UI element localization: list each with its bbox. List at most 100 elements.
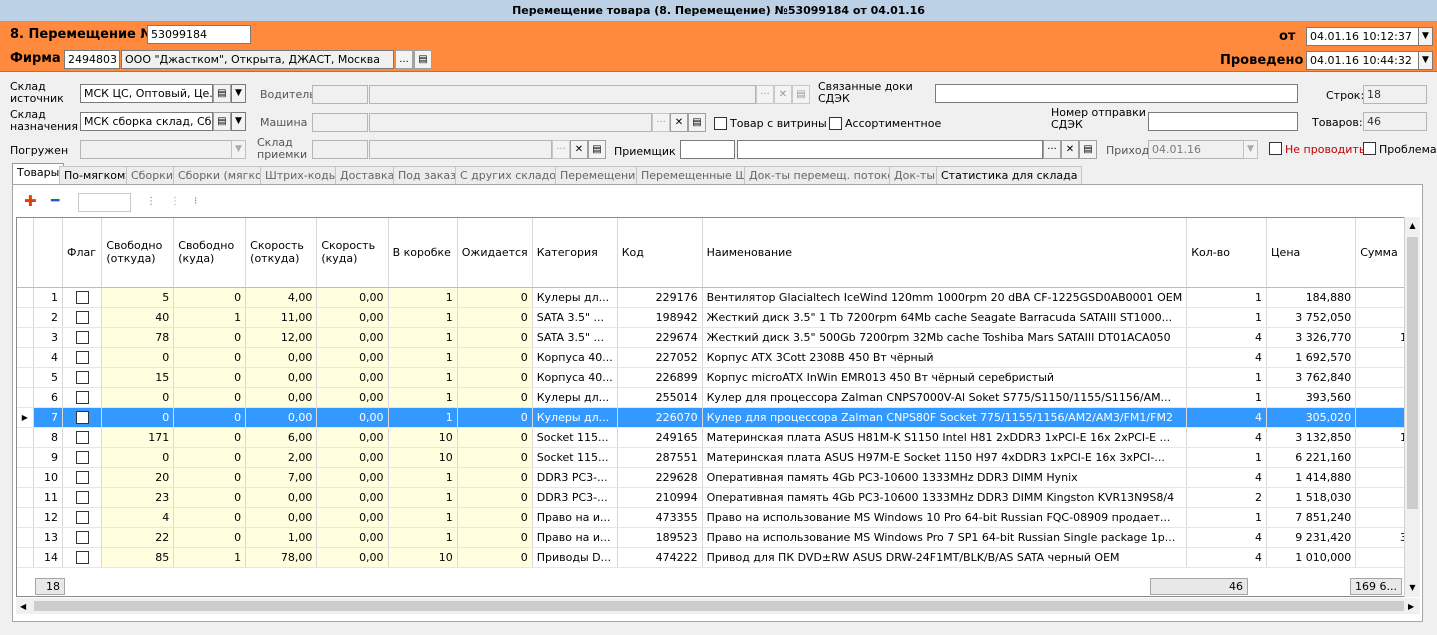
tab-7[interactable]: С других складов: [455, 166, 568, 184]
tab-4[interactable]: Штрих-коды: [260, 166, 343, 184]
free-to-cell[interactable]: 0: [173, 447, 247, 468]
speed-to-cell[interactable]: 0,00: [316, 547, 389, 568]
speed-from-cell[interactable]: 0,00: [245, 387, 318, 408]
box-cell[interactable]: 1: [388, 407, 458, 428]
code-cell[interactable]: 227052: [617, 347, 703, 368]
waiting-cell[interactable]: 0: [457, 447, 533, 468]
row-number[interactable]: 10: [33, 467, 63, 488]
flag-checkbox[interactable]: [62, 427, 103, 448]
box-cell[interactable]: 1: [388, 347, 458, 368]
car-open-icon[interactable]: ▤: [688, 113, 706, 132]
price-cell[interactable]: 3 752,050: [1266, 307, 1357, 328]
receiver-select-button[interactable]: ···: [1043, 140, 1061, 159]
column-header[interactable]: [33, 218, 63, 288]
flag-checkbox-box[interactable]: [75, 410, 89, 424]
speed-to-cell[interactable]: 0,00: [316, 487, 389, 508]
name-cell[interactable]: Вентилятор Glacialtech IceWind 120mm 100…: [702, 287, 1188, 308]
code-cell[interactable]: 229628: [617, 467, 703, 488]
speed-from-cell[interactable]: 6,00: [245, 427, 318, 448]
column-header[interactable]: Категория: [532, 218, 618, 288]
code-cell[interactable]: 229674: [617, 327, 703, 348]
waiting-cell[interactable]: 0: [457, 427, 533, 448]
flag-checkbox[interactable]: [62, 387, 103, 408]
speed-to-cell[interactable]: 0,00: [316, 407, 389, 428]
category-cell[interactable]: Кулеры дл...: [532, 407, 618, 428]
row-number[interactable]: 2: [33, 307, 63, 328]
speed-from-cell[interactable]: 11,00: [245, 307, 318, 328]
tree-level-icon[interactable]: ⁝: [194, 195, 197, 209]
speed-to-cell[interactable]: 0,00: [316, 347, 389, 368]
category-cell[interactable]: Корпуса 40...: [532, 367, 618, 388]
row-number[interactable]: 1: [33, 287, 63, 308]
flag-checkbox-box[interactable]: [75, 330, 89, 344]
speed-to-cell[interactable]: 0,00: [316, 507, 389, 528]
waiting-cell[interactable]: 0: [457, 307, 533, 328]
free-from-cell[interactable]: 0: [101, 407, 175, 428]
no-post-checkbox[interactable]: [1269, 142, 1282, 155]
price-cell[interactable]: 3 326,770: [1266, 327, 1357, 348]
flag-checkbox-box[interactable]: [75, 390, 89, 404]
free-to-cell[interactable]: 1: [173, 547, 247, 568]
waiting-cell[interactable]: 0: [457, 547, 533, 568]
speed-to-cell[interactable]: 0,00: [316, 527, 389, 548]
price-cell[interactable]: 393,560: [1266, 387, 1357, 408]
speed-from-cell[interactable]: 0,00: [245, 367, 318, 388]
qty-cell[interactable]: 1: [1186, 287, 1268, 308]
driver-select-button[interactable]: ···: [756, 85, 774, 104]
car-select-button[interactable]: ···: [652, 113, 670, 132]
row-number[interactable]: 4: [33, 347, 63, 368]
name-cell[interactable]: Привод для ПК DVD±RW ASUS DRW-24F1MT/BLK…: [702, 547, 1188, 568]
speed-from-cell[interactable]: 0,00: [245, 347, 318, 368]
driver-name-field[interactable]: [369, 85, 756, 104]
qty-cell[interactable]: 4: [1186, 347, 1268, 368]
flag-checkbox[interactable]: [62, 487, 103, 508]
linked-docs-field[interactable]: [935, 84, 1298, 103]
free-to-cell[interactable]: 0: [173, 427, 247, 448]
loaded-field[interactable]: [80, 140, 232, 159]
column-header[interactable]: Скорость (откуда): [245, 218, 318, 288]
free-from-cell[interactable]: 5: [101, 287, 175, 308]
add-icon[interactable]: ✚: [24, 194, 37, 209]
scroll-down-icon[interactable]: ▼: [1406, 583, 1419, 592]
free-from-cell[interactable]: 85: [101, 547, 175, 568]
category-cell[interactable]: DDR3 PC3-...: [532, 487, 618, 508]
recv-store-code-field[interactable]: [312, 140, 368, 159]
driver-code-field[interactable]: [312, 85, 368, 104]
free-from-cell[interactable]: 22: [101, 527, 175, 548]
column-header[interactable]: Код: [617, 218, 703, 288]
toolbar-search-input[interactable]: [78, 193, 131, 212]
table-row[interactable]: 3 78 0 12,00 0,00 1 0 SATA 3.5" ... 229674 Жестки…: [17, 327, 1419, 348]
waiting-cell[interactable]: 0: [457, 387, 533, 408]
column-header[interactable]: Свободно (куда): [173, 218, 247, 288]
box-cell[interactable]: 1: [388, 487, 458, 508]
code-cell[interactable]: 255014: [617, 387, 703, 408]
qty-cell[interactable]: 1: [1186, 307, 1268, 328]
row-number[interactable]: 13: [33, 527, 63, 548]
box-cell[interactable]: 10: [388, 427, 458, 448]
table-row[interactable]: 2 40 1 11,00 0,00 1 0 SATA 3.5" ... 198942 Жестки…: [17, 307, 1419, 328]
flag-checkbox[interactable]: [62, 407, 103, 428]
driver-open-icon[interactable]: ▤: [792, 85, 810, 104]
qty-cell[interactable]: 1: [1186, 367, 1268, 388]
waiting-cell[interactable]: 0: [457, 467, 533, 488]
box-cell[interactable]: 1: [388, 367, 458, 388]
table-row[interactable]: 10 20 0 7,00 0,00 1 0 DDR3 PC3-... 229628 Операти…: [17, 467, 1419, 488]
speed-from-cell[interactable]: 78,00: [245, 547, 318, 568]
table-row[interactable]: 9 0 0 2,00 0,00 10 0 Socket 115... 287551 Материн…: [17, 447, 1419, 468]
flag-checkbox-box[interactable]: [75, 370, 89, 384]
remove-icon[interactable]: ━: [51, 194, 59, 209]
qty-cell[interactable]: 4: [1186, 407, 1268, 428]
speed-to-cell[interactable]: 0,00: [316, 387, 389, 408]
receiver-code-field[interactable]: [680, 140, 735, 159]
free-to-cell[interactable]: 0: [173, 347, 247, 368]
showcase-checkbox[interactable]: [714, 117, 727, 130]
box-cell[interactable]: 1: [388, 467, 458, 488]
price-cell[interactable]: 6 221,160: [1266, 447, 1357, 468]
flag-checkbox[interactable]: [62, 547, 103, 568]
category-cell[interactable]: Приводы D...: [532, 547, 618, 568]
row-number[interactable]: 5: [33, 367, 63, 388]
qty-cell[interactable]: 4: [1186, 547, 1268, 568]
tab-2[interactable]: Сборки: [126, 166, 178, 184]
flag-checkbox-box[interactable]: [75, 450, 89, 464]
dst-store-dropdown-icon[interactable]: ▼: [231, 112, 246, 131]
